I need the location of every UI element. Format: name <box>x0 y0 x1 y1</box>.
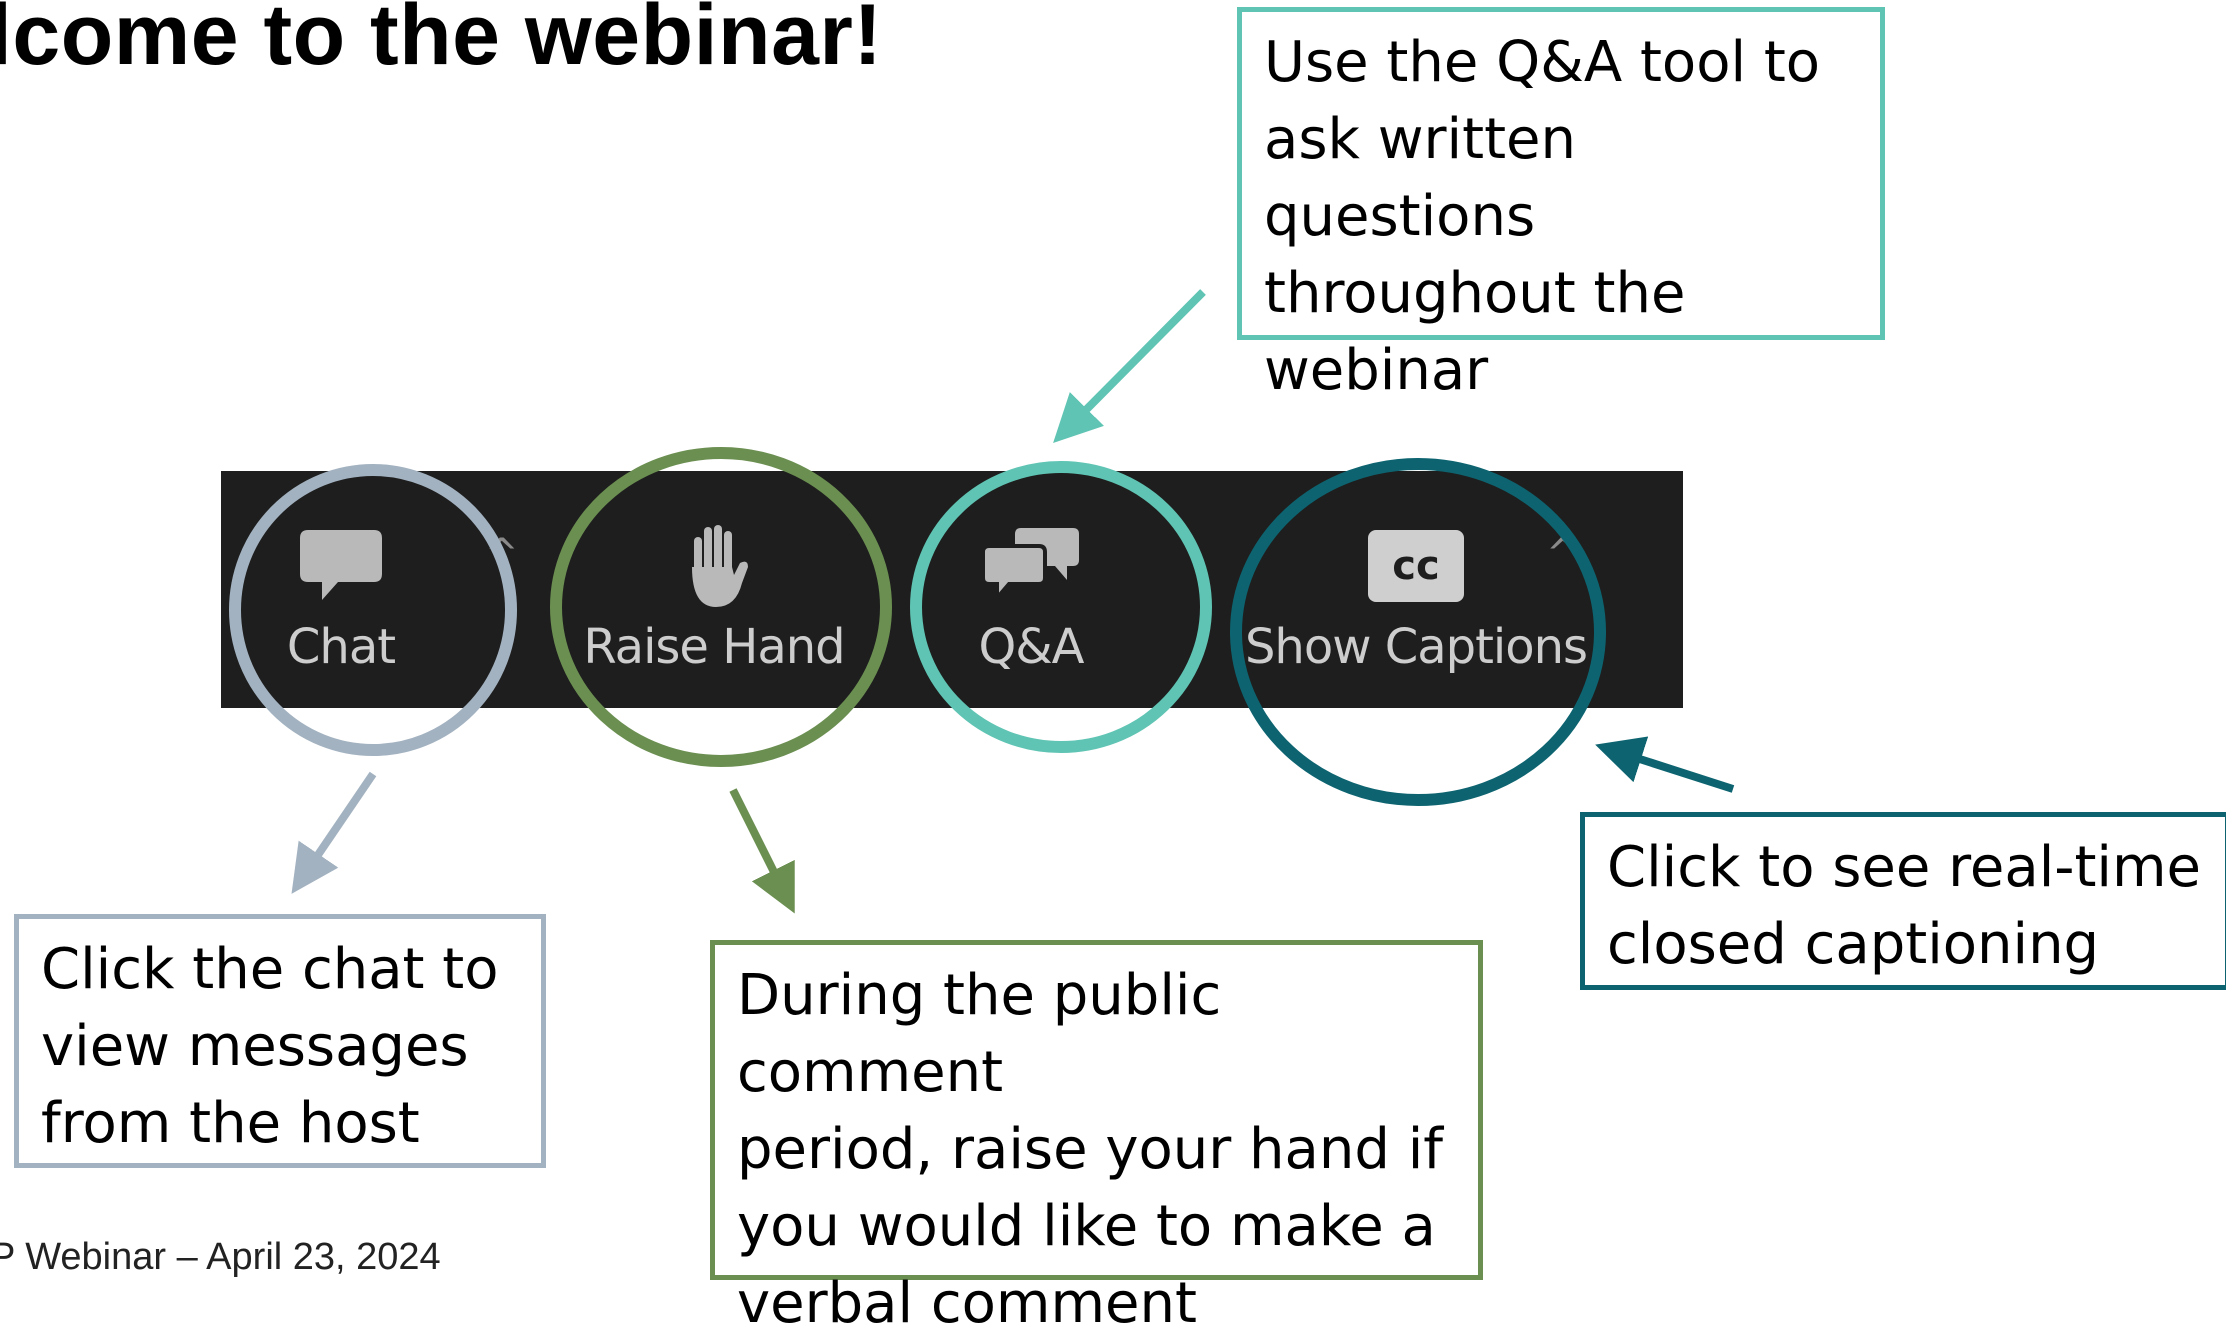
qa-callout: Use the Q&A tool to ask written question… <box>1237 7 1885 403</box>
qa-callout-arrow <box>1053 289 1206 444</box>
callout-line: Click the chat to <box>41 937 499 1002</box>
chat-highlight-circle <box>229 464 517 756</box>
raise-hand-callout: During the public comment period, raise … <box>710 940 1483 1336</box>
captions-callout: Click to see real-time closed captioning <box>1580 812 2226 990</box>
callout-line: webinar <box>1264 338 1489 403</box>
callout-line: period, raise your hand if <box>737 1117 1443 1182</box>
callout-line: from the host <box>41 1091 420 1156</box>
callout-line: verbal comment <box>737 1271 1197 1336</box>
slide-footer: P Webinar – April 23, 2024 <box>0 1236 441 1278</box>
callout-line: Use the Q&A tool to <box>1264 30 1821 95</box>
qa-highlight-circle <box>910 461 1212 753</box>
callout-line: view messages <box>41 1014 469 1079</box>
captions-highlight-circle <box>1230 458 1606 806</box>
raise-hand-callout-arrow <box>729 788 795 914</box>
callout-line: throughout the <box>1264 261 1686 326</box>
callout-line: ask written questions <box>1264 107 1576 249</box>
callout-line: closed captioning <box>1607 912 2100 977</box>
callout-line: Click to see real-time <box>1607 835 2201 900</box>
raise-hand-highlight-circle <box>550 447 892 767</box>
captions-callout-arrow <box>1595 736 1735 793</box>
callout-line: During the public comment <box>737 963 1222 1105</box>
chat-callout-arrow <box>291 771 377 894</box>
callout-line: you would like to make a <box>737 1194 1436 1259</box>
chat-callout: Click the chat to view messages from the… <box>14 914 546 1168</box>
